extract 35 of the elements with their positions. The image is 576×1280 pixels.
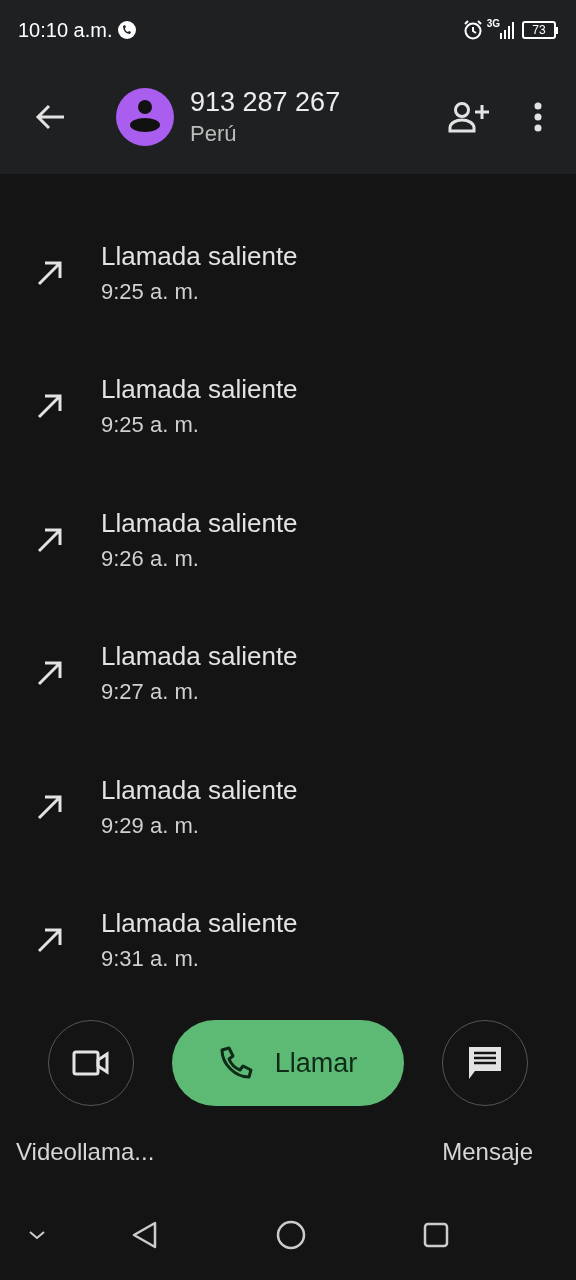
message-label: Mensaje (442, 1137, 533, 1167)
recents-icon[interactable] (423, 1222, 449, 1248)
avatar-icon (116, 88, 174, 146)
video-camera-icon (72, 1050, 110, 1076)
call-type: Llamada saliente (101, 239, 298, 273)
signal-icon (500, 21, 516, 39)
phone-icon (218, 1046, 253, 1080)
call-time: 9:27 a. m. (101, 678, 200, 707)
outgoing-arrow-icon (36, 659, 64, 688)
network-type: 3G (486, 19, 500, 29)
call-time: 9:25 a. m. (101, 277, 200, 306)
call-button[interactable]: Llamar (172, 1020, 404, 1106)
call-type: Llamada saliente (101, 640, 298, 674)
call-time: 9:25 a. m. (101, 411, 200, 440)
chevron-down-icon[interactable] (28, 1230, 46, 1240)
video-call-label: Videollama... (16, 1137, 155, 1167)
home-icon[interactable] (276, 1220, 306, 1250)
call-type: Llamada saliente (101, 506, 298, 540)
call-type: Llamada saliente (101, 373, 298, 407)
add-contact-icon[interactable] (448, 101, 490, 133)
call-time: 9:31 a. m. (101, 945, 200, 974)
country-label: Perú (190, 120, 238, 148)
back-icon[interactable] (132, 1221, 158, 1249)
status-time: 10:10 a.m. (18, 18, 113, 43)
phone-number: 913 287 267 (190, 86, 341, 119)
message-icon (467, 1045, 503, 1081)
more-options-icon[interactable] (534, 102, 542, 132)
call-type: Llamada saliente (101, 773, 298, 807)
outgoing-arrow-icon (36, 926, 64, 955)
call-time: 9:26 a. m. (101, 544, 200, 573)
call-type: Llamada saliente (101, 907, 298, 941)
back-arrow-icon[interactable] (34, 103, 66, 131)
outgoing-arrow-icon (36, 392, 64, 421)
call-time: 9:29 a. m. (101, 811, 200, 840)
battery-icon: 73 (522, 21, 558, 39)
